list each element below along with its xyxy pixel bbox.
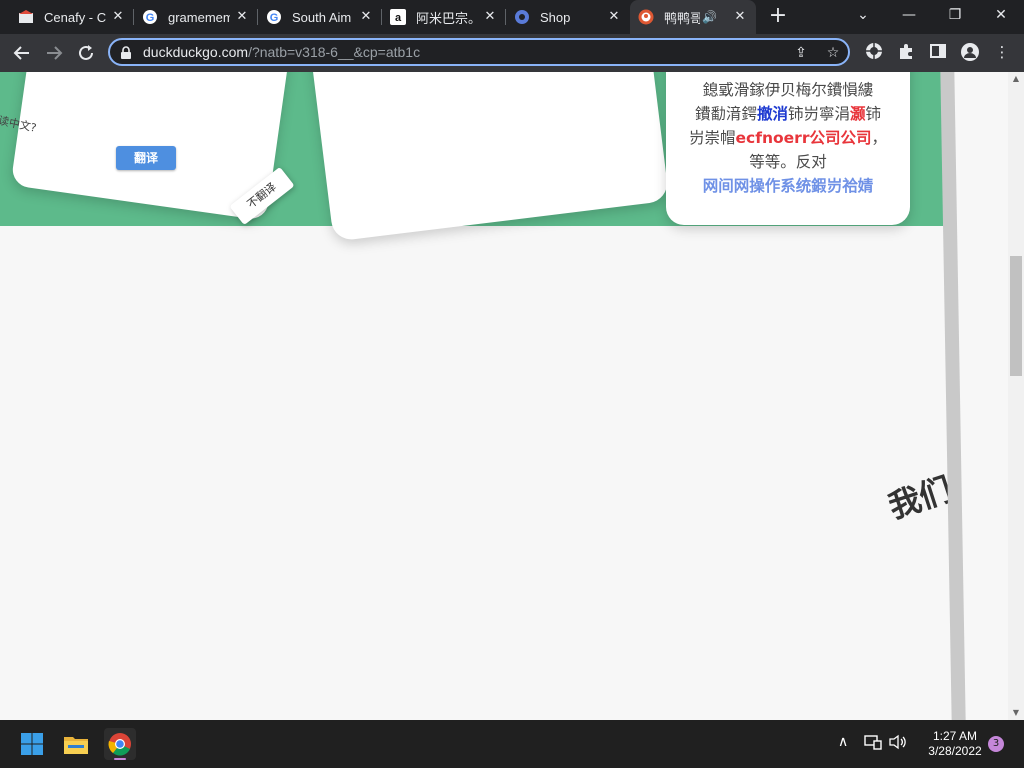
scroll-up-icon[interactable]: ▲ — [1011, 74, 1021, 83]
chrome-taskbar-icon[interactable] — [104, 728, 136, 760]
google-icon: G — [266, 9, 282, 25]
svg-text:a: a — [395, 12, 402, 24]
volume-icon[interactable] — [888, 734, 908, 754]
browser-toolbar: duckduckgo.com/?natb=v318-6__&cp=atb1c ⇪… — [0, 34, 1024, 72]
info-line-5-link[interactable]: 网间网操作系统鍜岃祫婧 — [670, 174, 906, 198]
tab-search-icon[interactable]: ⌄ — [840, 0, 886, 30]
tab-title: Shop — [540, 9, 571, 25]
google-icon: G — [142, 9, 158, 25]
page-viewport: 读中文? 翻译 不翻译 鎴戜滑鎵伊贝梅尔鐨愪縷 鐨勫湇鍔撤消铈岃寧涓灏铈 岃崇帽… — [0, 72, 1008, 720]
scrollbar-thumb[interactable] — [1010, 256, 1022, 376]
highlight-blue: 撤消 — [756, 105, 788, 123]
page-divider-bar — [940, 72, 966, 720]
info-text: 岃崇帽 — [689, 129, 736, 147]
tab-amazon[interactable]: a 阿米巴宗。 ✕ — [382, 0, 506, 34]
tab-title: South Aim — [292, 9, 352, 25]
tab-title: Cenafy - Ch — [44, 9, 106, 25]
tab-strip: Cenafy - Ch ✕ G gramemem ✕ G South Aim ✕… — [0, 0, 1024, 34]
profile-icon[interactable] — [960, 42, 980, 62]
scroll-down-icon[interactable]: ▼ — [1011, 708, 1021, 717]
puzzle-icon[interactable] — [896, 42, 916, 62]
info-line-3: 岃崇帽ecfnoerr公司公司， — [670, 126, 906, 150]
clock-time: 1:27 AM — [932, 729, 978, 743]
forward-icon[interactable] — [40, 39, 68, 67]
tab-south-aim[interactable]: G South Aim ✕ — [258, 0, 382, 34]
side-panel-icon[interactable] — [928, 42, 948, 62]
reload-icon[interactable] — [72, 39, 100, 67]
page-scrollbar[interactable]: ▲ ▼ — [1008, 72, 1024, 720]
extension-icon[interactable] — [864, 42, 884, 62]
clock[interactable]: 1:27 AM 3/28/2022 — [920, 729, 990, 759]
lock-icon[interactable] — [120, 46, 132, 59]
close-window-button[interactable]: ✕ — [978, 0, 1024, 30]
tab-title: 阿米巴宗。 — [416, 10, 478, 26]
tab-title: gramemem — [168, 9, 230, 25]
translate-button[interactable]: 翻译 — [116, 146, 176, 170]
tab-close-icon[interactable]: ✕ — [482, 9, 498, 25]
info-text: 铈岃寧涓 — [787, 105, 850, 123]
shop-icon — [514, 9, 530, 25]
tab-close-icon[interactable]: ✕ — [358, 9, 374, 25]
clock-date: 3/28/2022 — [928, 744, 982, 758]
info-text: 鐨勫湇鍔 — [694, 105, 757, 123]
tab-title: 鸭鸭哥 — [664, 10, 700, 26]
share-icon[interactable]: ⇪ — [792, 44, 810, 62]
highlight-red: 灏 — [850, 105, 866, 123]
url-text[interactable]: duckduckgo.com/?natb=v318-6__&cp=atb1c — [143, 44, 420, 60]
restore-button[interactable]: ❐ — [932, 0, 978, 30]
file-explorer-icon[interactable] — [60, 728, 92, 760]
svg-text:G: G — [146, 12, 155, 24]
info-text: 铈 — [865, 105, 882, 123]
new-tab-button[interactable]: + — [766, 5, 790, 29]
bookmark-star-icon[interactable]: ☆ — [824, 44, 842, 62]
tray-chevron-icon[interactable]: ∧ — [838, 734, 848, 750]
back-icon[interactable] — [8, 39, 36, 67]
highlight-red: ecfnoerr公司公司 — [735, 129, 872, 147]
svg-text:G: G — [270, 12, 279, 24]
info-card-text: 鎴戜滑鎵伊贝梅尔鐨愪縷 鐨勫湇鍔撤消铈岃寧涓灏铈 岃崇帽ecfnoerr公司公司… — [670, 78, 906, 198]
tab-duckduckgo[interactable]: 鸭鸭哥 🔊 ✕ — [630, 0, 756, 34]
tab-close-icon[interactable]: ✕ — [606, 9, 622, 25]
tab-close-icon[interactable]: ✕ — [110, 9, 126, 25]
tab-close-icon[interactable]: ✕ — [234, 9, 250, 25]
url-host: duckduckgo.com — [143, 44, 249, 60]
tab-gramemem[interactable]: G gramemem ✕ — [134, 0, 258, 34]
menu-kebab-icon[interactable]: ⋮ — [992, 42, 1012, 62]
amazon-icon: a — [390, 9, 406, 25]
minimize-button[interactable]: — — [886, 0, 932, 30]
duckduckgo-icon — [638, 9, 654, 25]
info-line-1: 鎴戜滑鎵伊贝梅尔鐨愪縷 — [702, 81, 874, 99]
windows-start-icon[interactable] — [16, 728, 48, 760]
tab-cenafy[interactable]: Cenafy - Ch ✕ — [10, 0, 134, 34]
cenafy-icon — [18, 9, 34, 25]
we-heading: 我们 — [883, 469, 957, 526]
info-line-4: 等等。反对 — [749, 153, 827, 171]
windows-taskbar: ∧ 1:27 AM 3/28/2022 — [0, 720, 1024, 768]
notification-badge[interactable]: 3 — [988, 736, 1004, 752]
url-path: /?natb=v318-6__&cp=atb1c — [248, 44, 421, 60]
tab-close-icon[interactable]: ✕ — [732, 9, 748, 25]
info-line-2: 鐨勫湇鍔撤消铈岃寧涓灏铈 — [670, 102, 906, 126]
network-icon[interactable] — [864, 734, 882, 754]
info-text: ， — [871, 129, 887, 147]
tab-shop[interactable]: Shop ✕ — [506, 0, 630, 34]
speaker-icon[interactable]: 🔊 — [702, 10, 717, 24]
address-bar[interactable]: duckduckgo.com/?natb=v318-6__&cp=atb1c ⇪… — [108, 38, 850, 66]
